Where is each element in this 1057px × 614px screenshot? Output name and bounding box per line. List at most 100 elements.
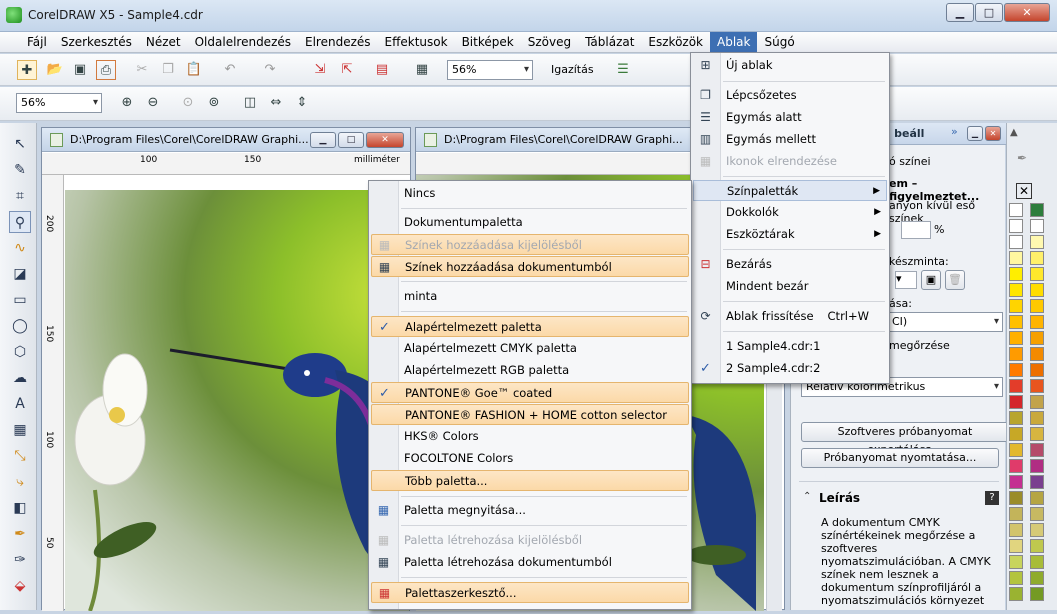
- connector-tool-icon[interactable]: ⤷: [9, 471, 31, 493]
- polygon-tool-icon[interactable]: ⬡: [9, 341, 31, 363]
- menu-table[interactable]: Táblázat: [578, 32, 641, 52]
- color-swatch[interactable]: [1009, 283, 1023, 297]
- snap-to-label[interactable]: Igazítás: [551, 63, 594, 76]
- color-swatch[interactable]: [1009, 235, 1023, 249]
- menu-item-add-colors-from-selection[interactable]: ▦ Színek hozzáadása kijelölésből: [371, 234, 689, 255]
- horizontal-ruler[interactable]: 100 150 milliméter: [42, 153, 410, 175]
- menu-item-close-all[interactable]: Mindent bezár: [693, 276, 887, 297]
- welcome-screen-icon[interactable]: ▦: [412, 60, 432, 80]
- color-swatch[interactable]: [1009, 411, 1023, 425]
- color-swatch[interactable]: [1009, 587, 1023, 601]
- color-swatch[interactable]: [1030, 347, 1044, 361]
- menu-item-refresh-window[interactable]: ⟳ Ablak frissítése Ctrl+W: [693, 306, 887, 327]
- help-icon[interactable]: ?: [985, 491, 999, 505]
- delete-preset-icon[interactable]: 🗑: [945, 270, 965, 290]
- color-swatch[interactable]: [1030, 219, 1044, 233]
- table-tool-icon[interactable]: ▦: [9, 419, 31, 441]
- color-swatch[interactable]: [1009, 299, 1023, 313]
- zoom-tool-icon[interactable]: ⚲: [9, 211, 31, 233]
- menu-window[interactable]: Ablak: [710, 32, 758, 52]
- menu-item-open-palette[interactable]: ▦ Paletta megnyitása...: [371, 500, 689, 521]
- menu-item-focoltone-colors[interactable]: FOCOLTONE Colors: [371, 448, 689, 469]
- color-swatch[interactable]: [1009, 443, 1023, 457]
- zoom-page-height-icon[interactable]: ⇕: [292, 93, 312, 113]
- color-swatch[interactable]: [1030, 379, 1044, 393]
- menu-tools[interactable]: Eszközök: [641, 32, 710, 52]
- color-swatch[interactable]: [1009, 491, 1023, 505]
- menu-item-default-cmyk-palette[interactable]: Alapértelmezett CMYK paletta: [371, 338, 689, 359]
- outline-tool-icon[interactable]: ✑: [9, 549, 31, 571]
- zoom-page-icon[interactable]: ◫: [240, 93, 260, 113]
- color-swatch[interactable]: [1030, 363, 1044, 377]
- import-icon[interactable]: ⇲: [310, 60, 330, 80]
- menu-item-toolbars[interactable]: Eszköztárak ▶: [693, 224, 887, 245]
- color-swatch[interactable]: [1030, 299, 1044, 313]
- export-icon[interactable]: ⇱: [337, 60, 357, 80]
- print-icon[interactable]: ⎙: [96, 60, 116, 80]
- cut-icon[interactable]: ✂: [132, 60, 152, 80]
- menu-item-tile-horizontal[interactable]: ☰ Egymás alatt: [693, 107, 887, 128]
- drawing-canvas[interactable]: [65, 190, 410, 612]
- menu-item-color-palettes[interactable]: Színpaletták ▶: [693, 180, 887, 201]
- menu-item-document-1[interactable]: 1 Sample4.cdr:1: [693, 336, 887, 357]
- menu-item-cascade[interactable]: ❐ Lépcsőzetes: [693, 85, 887, 106]
- color-swatch[interactable]: [1030, 315, 1044, 329]
- copy-icon[interactable]: ❐: [158, 60, 178, 80]
- color-swatch[interactable]: [1030, 331, 1044, 345]
- color-swatch[interactable]: [1030, 427, 1044, 441]
- color-swatch[interactable]: [1009, 251, 1023, 265]
- options-icon[interactable]: ☰: [613, 60, 633, 80]
- color-swatch[interactable]: [1030, 475, 1044, 489]
- freehand-tool-icon[interactable]: ∿: [9, 237, 31, 259]
- color-swatch[interactable]: [1009, 507, 1023, 521]
- blend-tool-icon[interactable]: ◧: [9, 497, 31, 519]
- no-color-swatch[interactable]: ✕: [1016, 183, 1032, 199]
- color-swatch[interactable]: [1009, 571, 1023, 585]
- color-swatch[interactable]: [1030, 491, 1044, 505]
- doc1-close-button[interactable]: ✕: [366, 132, 404, 148]
- zoom-selected-icon[interactable]: ⊙: [178, 93, 198, 113]
- profile-combo[interactable]: CI): [887, 312, 1003, 332]
- crop-tool-icon[interactable]: ⌗: [9, 185, 31, 207]
- menu-bitmaps[interactable]: Bitképek: [455, 32, 521, 52]
- color-swatch[interactable]: [1030, 203, 1044, 217]
- color-swatch[interactable]: [1009, 219, 1023, 233]
- menu-item-new-window[interactable]: ⊞ Új ablak: [693, 55, 887, 76]
- menu-edit[interactable]: Szerkesztés: [54, 32, 139, 52]
- smart-fill-tool-icon[interactable]: ◪: [9, 263, 31, 285]
- paste-icon[interactable]: 📋: [184, 60, 204, 80]
- preset-combo[interactable]: ▾: [895, 271, 917, 289]
- eyedropper-tool-icon[interactable]: ✒: [9, 523, 31, 545]
- color-swatch[interactable]: [1009, 395, 1023, 409]
- doc1-maximize-button[interactable]: □: [338, 132, 364, 148]
- menu-file[interactable]: Fájl: [20, 32, 54, 52]
- zoom-in-icon[interactable]: ⊕: [117, 93, 137, 113]
- menu-item-create-palette-from-selection[interactable]: ▦ Paletta létrehozása kijelölésből: [371, 530, 689, 551]
- menu-view[interactable]: Nézet: [139, 32, 188, 52]
- menu-item-add-colors-from-document[interactable]: ▦ Színek hozzáadása dokumentumból: [371, 256, 689, 277]
- docker-expand-icon[interactable]: »: [951, 125, 958, 138]
- undo-icon[interactable]: ↶: [220, 60, 240, 80]
- menu-item-arrange-icons[interactable]: ▦ Ikonok elrendezése: [693, 151, 887, 172]
- redo-icon[interactable]: ↷: [260, 60, 280, 80]
- menu-item-pantone-fashion-home[interactable]: PANTONE® FASHION + HOME cotton selector: [371, 404, 689, 425]
- color-swatch[interactable]: [1009, 523, 1023, 537]
- color-swatch[interactable]: [1030, 539, 1044, 553]
- docker-minimize-button[interactable]: ▁: [967, 126, 983, 141]
- pick-tool-icon[interactable]: ↖: [9, 133, 31, 155]
- doc1-minimize-button[interactable]: ▁: [310, 132, 336, 148]
- color-swatch[interactable]: [1030, 235, 1044, 249]
- menu-arrange[interactable]: Elrendezés: [298, 32, 378, 52]
- zoom-out-icon[interactable]: ⊖: [143, 93, 163, 113]
- maximize-button[interactable]: □: [975, 3, 1003, 22]
- color-swatch[interactable]: [1009, 331, 1023, 345]
- color-swatch[interactable]: [1030, 411, 1044, 425]
- menu-item-none[interactable]: Nincs: [371, 183, 689, 204]
- color-swatch[interactable]: [1009, 379, 1023, 393]
- docker-close-button[interactable]: ✕: [985, 126, 1001, 141]
- menu-item-pantone-goe-coated[interactable]: ✓ PANTONE® Goe™ coated: [371, 382, 689, 403]
- color-swatch[interactable]: [1030, 395, 1044, 409]
- color-swatch[interactable]: [1030, 523, 1044, 537]
- color-swatch[interactable]: [1030, 267, 1044, 281]
- menu-item-more-palettes[interactable]: Több paletta...: [371, 470, 689, 491]
